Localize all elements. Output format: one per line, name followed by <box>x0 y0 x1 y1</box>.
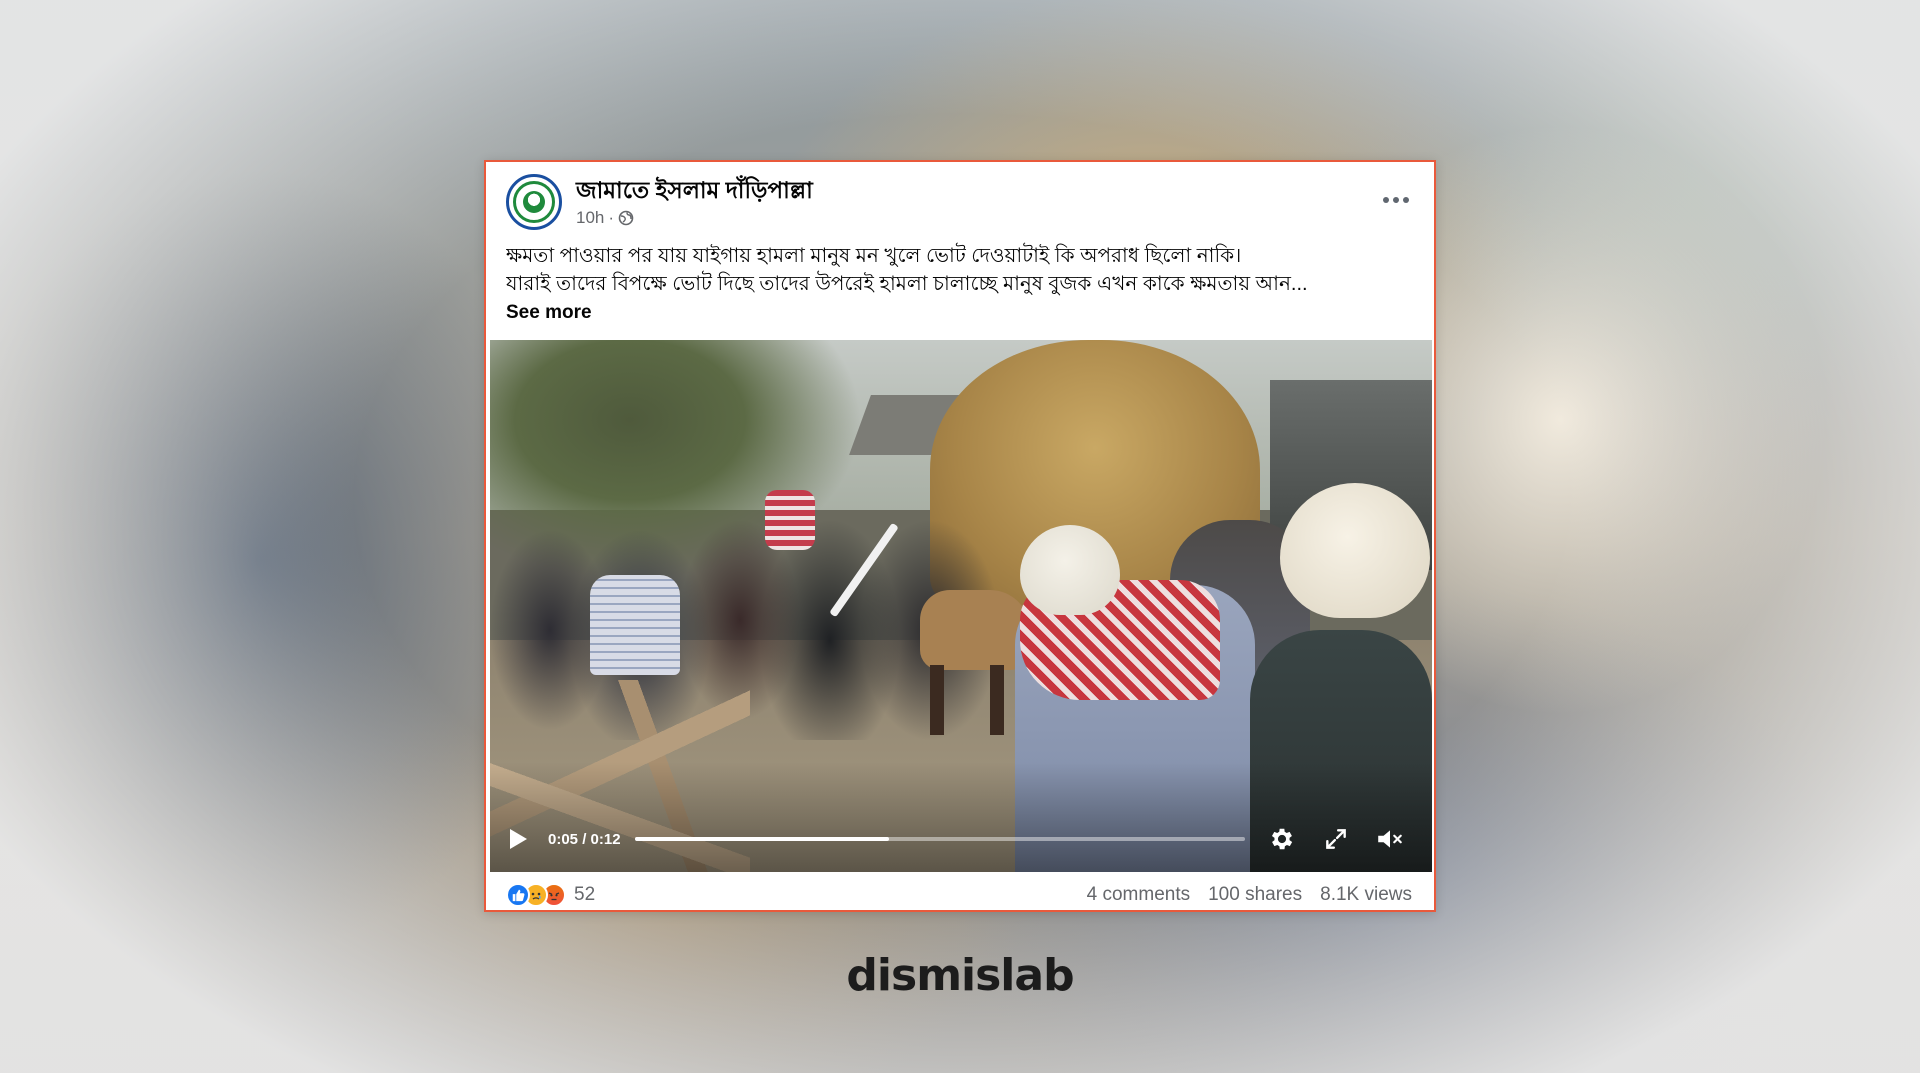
like-reaction-icon <box>506 883 530 907</box>
scale-logo-icon <box>523 191 545 213</box>
gear-icon <box>1271 828 1292 850</box>
more-options-button[interactable] <box>1378 188 1414 212</box>
meta-separator: · <box>608 208 615 227</box>
video-controls: 0:05 / 0:12 <box>490 806 1432 872</box>
more-options-icon-dot <box>1393 197 1399 203</box>
post-meta: 10h · <box>576 208 813 228</box>
video-frame-cow-legs <box>930 665 1020 735</box>
post-timestamp[interactable]: 10h <box>576 208 604 228</box>
post-text-line: যারাই তাদের বিপক্ষে ভোট দিছে তাদের উপরেই… <box>506 273 1308 295</box>
video-progress-bar[interactable] <box>634 837 1245 841</box>
fullscreen-icon <box>1325 829 1346 849</box>
page-avatar[interactable] <box>506 174 562 230</box>
video-progress-fill <box>634 837 889 841</box>
reactions-summary[interactable]: 52 <box>506 883 595 907</box>
globe-icon <box>618 210 634 226</box>
post-footer: 52 4 comments 100 shares 8.1K views <box>506 880 1412 910</box>
play-button[interactable] <box>506 825 530 853</box>
post-text: ক্ষমতা পাওয়ার পর যায় যাইগায় হামলা মান… <box>506 242 1410 327</box>
see-more-link[interactable]: See more <box>506 299 592 327</box>
video-frame-striped-shirt <box>765 490 815 550</box>
page-name-link[interactable]: জামাতে ইসলাম দাঁড়িপাল্লা <box>576 176 813 204</box>
video-frame-checked-shirt <box>590 575 680 675</box>
facebook-post-card: জামাতে ইসলাম দাঁড়িপাল্লা 10h · ক্ষমতা প… <box>484 160 1436 912</box>
settings-button[interactable] <box>1265 822 1299 856</box>
dismislab-logo: dismislab <box>846 950 1074 1001</box>
fullscreen-button[interactable] <box>1319 822 1353 856</box>
avatar-logo-ring <box>513 181 555 223</box>
post-header-text: জামাতে ইসলাম দাঁড়িপাল্লা 10h · <box>576 174 813 228</box>
reaction-count: 52 <box>574 884 596 905</box>
more-options-icon <box>1383 197 1389 203</box>
post-text-line: ক্ষমতা পাওয়ার পর যায় যাইগায় হামলা মান… <box>506 245 1242 267</box>
more-options-icon-dot <box>1403 197 1409 203</box>
engagement-stats: 4 comments 100 shares 8.1K views <box>1087 884 1412 906</box>
shares-count-link[interactable]: 100 shares <box>1208 884 1302 906</box>
comments-count-link[interactable]: 4 comments <box>1087 884 1190 906</box>
muted-speaker-icon <box>1377 830 1402 848</box>
views-count: 8.1K views <box>1320 884 1412 905</box>
video-player[interactable]: 0:05 / 0:12 <box>490 340 1432 872</box>
video-frame-prayer-cap <box>1020 525 1120 615</box>
play-icon <box>509 829 527 849</box>
video-frame-cow <box>920 590 1030 670</box>
mute-button[interactable] <box>1373 822 1407 856</box>
video-time: 0:05 / 0:12 <box>548 830 621 848</box>
post-header: জামাতে ইসলাম দাঁড়িপাল্লা 10h · <box>506 174 1414 234</box>
